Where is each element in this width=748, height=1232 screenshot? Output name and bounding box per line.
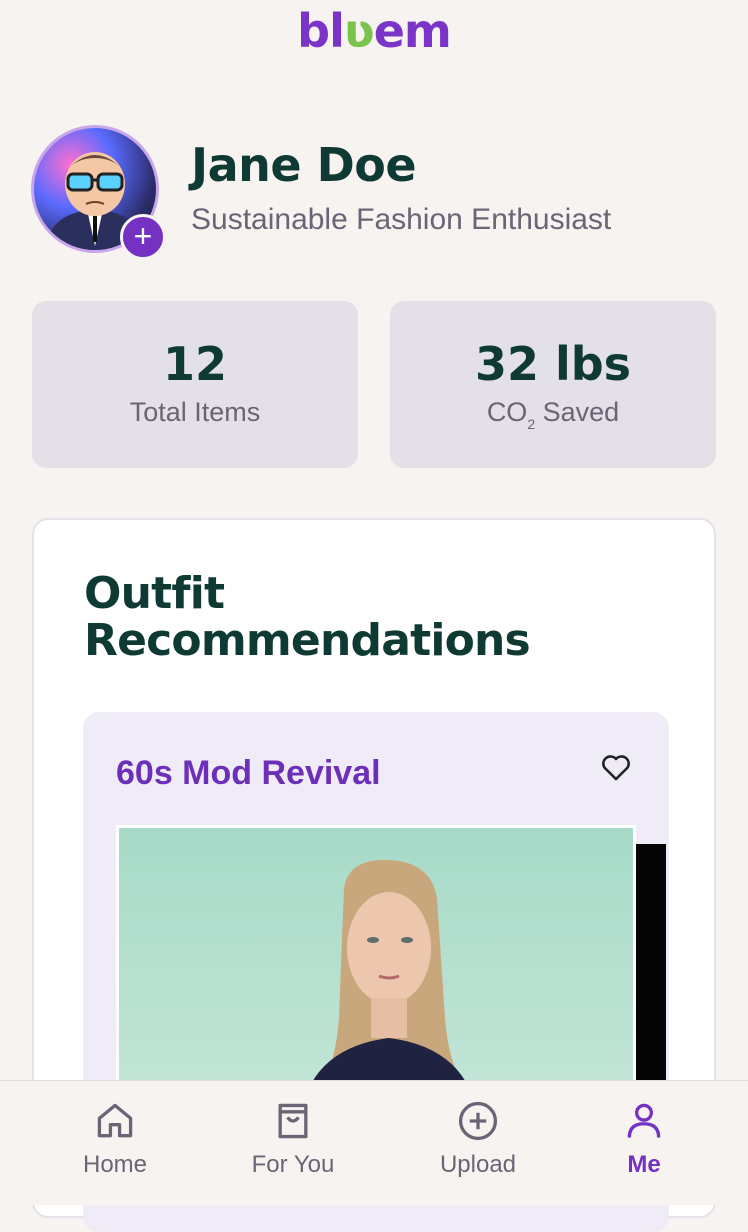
plus-circle-icon xyxy=(458,1101,498,1141)
model-illustration xyxy=(299,859,479,1122)
stat-card-total-items: 12 Total Items xyxy=(32,301,358,468)
logo-text-end: em xyxy=(373,4,452,58)
stat-value: 32 lbs xyxy=(474,337,632,391)
nav-label: Me xyxy=(627,1151,661,1178)
user-icon xyxy=(627,1103,661,1138)
app-logo: blʋem xyxy=(0,4,748,58)
stat-label-subscript: 2 xyxy=(527,416,536,432)
nav-label: For You xyxy=(251,1151,335,1178)
home-icon xyxy=(97,1103,133,1138)
logo-text-start: bl xyxy=(297,4,345,58)
nav-label: Home xyxy=(82,1151,148,1178)
nav-item-me[interactable]: Me xyxy=(614,1099,674,1179)
nav-item-for-you[interactable]: For You xyxy=(238,1099,348,1179)
add-avatar-button[interactable]: + xyxy=(120,214,166,260)
heart-icon[interactable] xyxy=(599,750,633,784)
nav-item-home[interactable]: Home xyxy=(72,1099,158,1179)
outfit-name: 60s Mod Revival xyxy=(116,754,381,792)
nav-label: Upload xyxy=(439,1151,517,1178)
stat-label-suffix: Saved xyxy=(535,397,620,427)
bag-icon xyxy=(278,1103,308,1139)
section-title: Outfit Recommendations xyxy=(84,568,531,666)
stat-value: 12 xyxy=(162,337,227,391)
stat-label: Total Items xyxy=(129,397,261,427)
profile-name: Jane Doe xyxy=(191,138,417,192)
leaf-logo-icon: ʋ xyxy=(343,4,375,58)
nav-item-upload[interactable]: Upload xyxy=(428,1099,528,1179)
profile-tagline: Sustainable Fashion Enthusiast xyxy=(191,203,612,236)
stat-label-prefix: CO xyxy=(486,397,528,427)
profile-avatar-group: + xyxy=(31,125,171,265)
bottom-nav: Home For You Upload Me xyxy=(0,1080,748,1205)
stat-card-co2-saved: 32 lbs CO2 Saved xyxy=(390,301,716,468)
stat-label: CO2 Saved xyxy=(390,397,716,432)
